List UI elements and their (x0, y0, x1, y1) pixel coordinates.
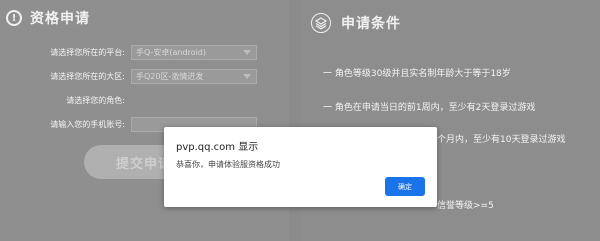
platform-select-value: 手Q-安卓(android) (136, 48, 207, 57)
layers-icon (311, 13, 331, 33)
region-label: 请选择您所在的大区: (50, 72, 125, 81)
dialog-title: pvp.qq.com 显示 (176, 142, 259, 153)
platform-row: 请选择您所在的平台: 手Q-安卓(android) (0, 43, 289, 65)
region-row: 请选择您所在的大区: 手Q20区-激情迸发 (0, 67, 289, 89)
condition-item: 个月内，至少有10天登录过游戏 (437, 135, 566, 145)
conditions-title: 申请条件 (341, 16, 401, 32)
role-row: 请选择您的角色: (0, 91, 289, 113)
region-select-value: 手Q20区-激情迸发 (136, 72, 204, 81)
platform-label: 请选择您所在的平台: (50, 48, 125, 57)
qualification-title: 资格申请 (30, 11, 90, 27)
ok-button[interactable]: 确定 (385, 177, 425, 196)
conditions-header: 申请条件 (301, 0, 600, 46)
chevron-down-icon (243, 74, 251, 79)
chevron-down-icon (243, 50, 251, 55)
condition-item: 一 角色等级30级并且实名制年龄大于等于18岁 (323, 69, 511, 79)
condition-item: 信誉等级>=5 (437, 201, 494, 211)
phone-label: 请输入您的手机账号: (50, 120, 125, 129)
warning-icon: ! (6, 10, 22, 26)
condition-item: 一 角色在申请当日的前1周内，至少有2天登录过游戏 (323, 103, 536, 113)
role-label: 请选择您的角色: (66, 96, 125, 105)
region-select[interactable]: 手Q20区-激情迸发 (131, 69, 257, 84)
dialog-message: 恭喜你，申请体验服资格成功 (176, 160, 280, 169)
qualification-header: ! 资格申请 (0, 0, 289, 36)
platform-select[interactable]: 手Q-安卓(android) (131, 45, 257, 60)
application-form: 请选择您所在的平台: 手Q-安卓(android) 请选择您所在的大区: 手Q2… (0, 43, 289, 139)
alert-dialog: pvp.qq.com 显示 恭喜你，申请体验服资格成功 确定 (164, 127, 437, 207)
